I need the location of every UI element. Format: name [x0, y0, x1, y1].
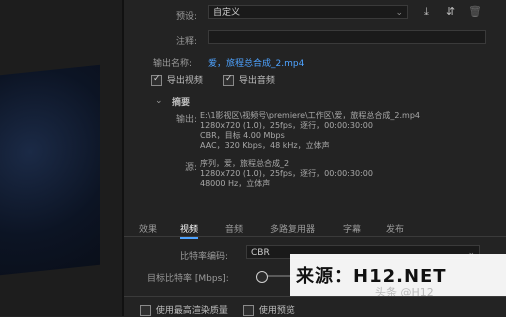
summary-output-line3: CBR，目标 4.00 Mbps [200, 131, 285, 140]
max-render-quality-checkbox[interactable] [140, 305, 151, 316]
export-video-label: 导出视频 [166, 76, 203, 86]
tab-effects[interactable]: 效果 [139, 222, 157, 235]
output-name-link[interactable]: 爱，旅程总合成_2.mp4 [208, 56, 304, 69]
summary-output-line4: AAC，320 Kbps，48 kHz，立体声 [200, 141, 330, 150]
tab-captions[interactable]: 字幕 [343, 222, 361, 235]
summary-output-block: E:\1影视区\视频号\premiere\工作区\爱，旅程总合成_2.mp4 1… [200, 111, 500, 151]
summary-source-line2: 1280x720 (1.0)，25fps，逐行，00:00:30:00 [200, 169, 373, 178]
use-preview-toggle[interactable]: 使用预览 [243, 303, 295, 316]
max-render-quality-label: 使用最高渲染质量 [155, 306, 228, 316]
settings-tabs: 效果 视频 音频 多路复用器 字幕 发布 [124, 220, 506, 239]
export-video-toggle[interactable]: 导出视频 [151, 73, 203, 86]
preset-select[interactable]: 自定义 ⌄ [208, 5, 408, 19]
use-preview-label: 使用预览 [258, 306, 295, 316]
tab-publish[interactable]: 发布 [386, 222, 404, 235]
preset-value: 自定义 [213, 8, 241, 18]
use-preview-checkbox[interactable] [243, 305, 254, 316]
comment-input[interactable] [208, 30, 486, 44]
export-audio-toggle[interactable]: 导出音频 [223, 73, 275, 86]
tab-audio[interactable]: 音频 [225, 222, 243, 235]
summary-output-label: 输出: [176, 115, 198, 125]
summary-output-line2: 1280x720 (1.0)，25fps，逐行，00:00:30:00 [200, 121, 373, 130]
preset-label: 预设: [176, 12, 198, 22]
video-preview [0, 64, 100, 276]
target-bitrate-slider-handle[interactable] [256, 271, 268, 283]
import-preset-icon[interactable]: ⇵ [446, 5, 455, 18]
export-audio-label: 导出音频 [238, 76, 275, 86]
tab-video[interactable]: 视频 [180, 222, 199, 239]
summary-title: 摘要 [172, 98, 191, 108]
output-name-label: 输出名称: [153, 59, 193, 69]
delete-preset-icon[interactable]: 🗑 [468, 5, 482, 18]
summary-source-line3: 48000 Hz，立体声 [200, 179, 271, 188]
summary-collapse-icon[interactable]: ⌄ [155, 96, 163, 106]
export-audio-checkbox[interactable] [223, 74, 234, 86]
bitrate-encoding-label: 比特率编码: [180, 252, 229, 262]
summary-source-block: 序列，爱，旅程总合成_2 1280x720 (1.0)，25fps，逐行，00:… [200, 159, 500, 189]
tab-multiplexer[interactable]: 多路复用器 [270, 222, 315, 235]
summary-source-label: 源: [185, 163, 198, 173]
summary-output-path: E:\1影视区\视频号\premiere\工作区\爱，旅程总合成_2.mp4 [200, 111, 420, 120]
summary-source-line1: 序列，爱，旅程总合成_2 [200, 159, 290, 168]
chevron-down-icon: ⌄ [395, 8, 403, 18]
target-bitrate-label: 目标比特率 [Mbps]: [147, 274, 229, 284]
max-render-quality-toggle[interactable]: 使用最高渲染质量 [140, 303, 228, 316]
export-video-checkbox[interactable] [151, 74, 162, 86]
bitrate-encoding-value: CBR [251, 248, 270, 258]
save-preset-icon[interactable]: ⤓ [424, 5, 429, 19]
comment-label: 注释: [176, 37, 198, 47]
